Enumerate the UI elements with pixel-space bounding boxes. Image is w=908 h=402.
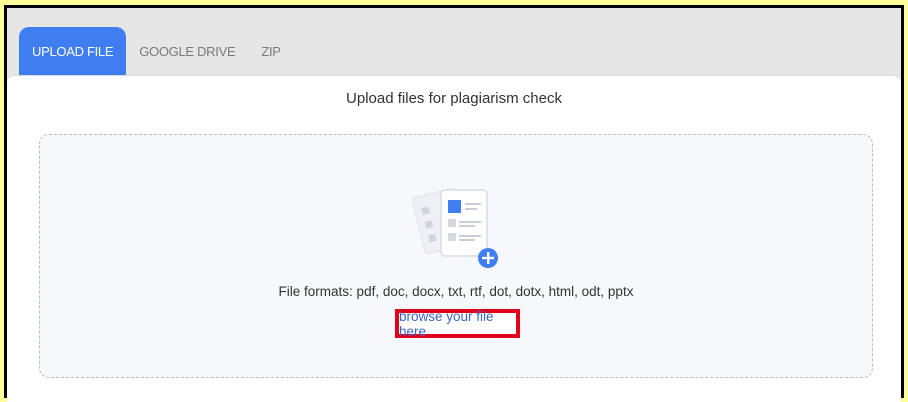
upload-panel: Upload files for plagiarism check File f… bbox=[7, 75, 901, 402]
file-formats-text: File formats: pdf, doc, docx, txt, rtf, … bbox=[278, 284, 634, 299]
add-document-icon bbox=[412, 188, 498, 268]
tab-zip[interactable]: ZIP bbox=[248, 27, 293, 75]
tab-upload-file[interactable]: UPLOAD FILE bbox=[19, 27, 127, 75]
upload-widget: UPLOAD FILE GOOGLE DRIVE ZIP Upload file… bbox=[4, 5, 904, 402]
tab-google-drive[interactable]: GOOGLE DRIVE bbox=[126, 27, 248, 75]
panel-title: Upload files for plagiarism check bbox=[346, 90, 562, 107]
source-tabs: UPLOAD FILE GOOGLE DRIVE ZIP bbox=[19, 27, 294, 75]
browse-file-link[interactable]: browse your file here bbox=[395, 309, 520, 339]
file-dropzone[interactable]: File formats: pdf, doc, docx, txt, rtf, … bbox=[39, 134, 873, 378]
